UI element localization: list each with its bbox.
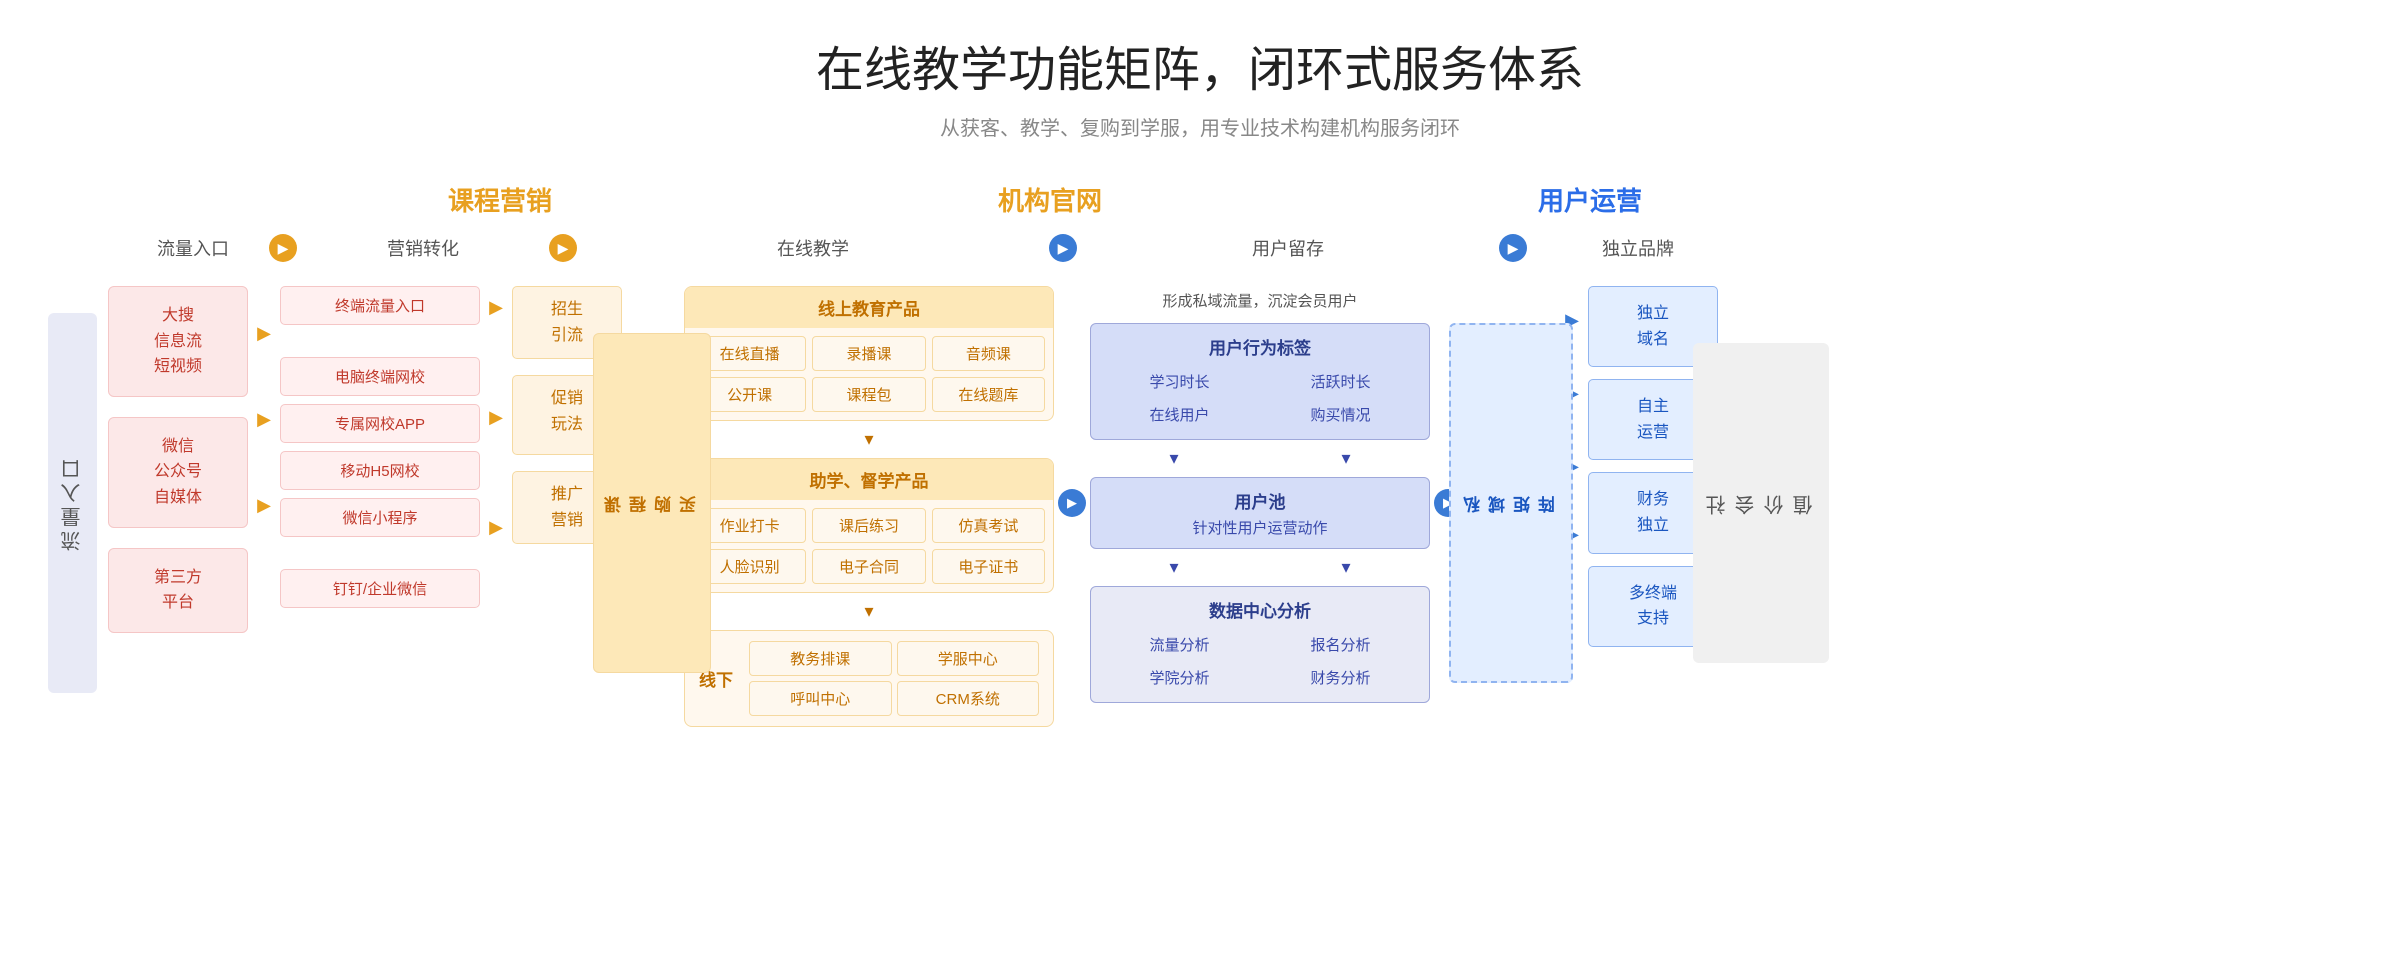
arrow-m1: ▶ [489,286,503,328]
mkt-item-5: 微信小程序 [280,498,480,537]
user-pool-section: 用户池 针对性用户运营动作 [1090,477,1430,549]
assist-header: 助学、督学产品 [685,459,1053,500]
assist-item-3: 仿真考试 [932,508,1045,543]
mkt-item-2: 电脑终端网校 [280,357,480,396]
section-header-website: 机构官网 [760,181,1340,218]
behavior-tag-section: 用户行为标签 学习时长 活跃时长 在线用户 购买情况 [1090,323,1430,440]
dc-item-3: 学院分析 [1101,663,1258,692]
private-flow-text: 形成私域流量，沉淀会员用户 [1090,286,1430,315]
flow-label-traffic: 流量入口 [128,235,258,261]
assist-item-5: 电子合同 [812,549,925,584]
mkt-item-1: 终端流量入口 [280,286,480,325]
traffic-to-marketing-arrows: ▶ ▶ ▶ [248,278,280,727]
flow-label-online: 在线教学 [588,235,1038,261]
flow-arrow-4: ▶ [1499,234,1527,262]
online-edu-header: 线上教育产品 [685,287,1053,328]
course-purchase-label: 课程购买 [593,333,711,673]
behavior-tag-grid: 学习时长 活跃时长 在线用户 购买情况 [1101,367,1419,429]
bt-item-2: 活跃时长 [1262,367,1419,396]
flow-labels-row: 流量入口 ▶ 营销转化 ▶ 在线教学 ▶ 用户留存 ▶ 独立品牌 [40,234,2360,262]
traffic-source-1: 大搜信息流短视频 [108,286,248,397]
offline-item-1: 教务排课 [749,641,892,676]
mkt-spacer-2 [280,545,480,561]
page-subtitle: 从获客、教学、复购到学服，用专业技术构建机构服务闭环 [40,112,2360,141]
traffic-source-3: 第三方平台 [108,548,248,633]
mkt-item-3: 专属网校APP [280,404,480,443]
offline-item-3: 呼叫中心 [749,681,892,716]
dc-item-2: 报名分析 [1262,630,1419,659]
bt-item-4: 购买情况 [1262,400,1419,429]
section-headers: 课程营销 机构官网 用户运营 [40,181,2360,218]
flow-arrow-3: ▶ [1049,234,1077,262]
user-retention-col: 形成私域流量，沉淀会员用户 用户行为标签 学习时长 活跃时长 在线用户 购买情况… [1090,278,1430,727]
online-edu-section: 线上教育产品 在线直播 录播课 音频课 公开课 课程包 在线题库 [684,286,1054,421]
down-arrow-2: ▾ [1262,448,1430,469]
mkt-item-6: 钉钉/企业微信 [280,569,480,608]
down-arrows-row-2: ▾ ▾ [1090,557,1430,578]
user-pool-subtitle: 针对性用户运营动作 [1101,517,1419,538]
assist-item-2: 课后练习 [812,508,925,543]
user-pool-title: 用户池 [1101,488,1419,513]
flow-arrow-1: ▶ [269,234,297,262]
private-domain-col: 私域矩阵 [1466,278,1556,727]
arrow-t2: ▶ [257,382,271,456]
assist-grid: 作业打卡 课后练习 仿真考试 人脸识别 电子合同 电子证书 [685,500,1053,592]
ot-down-arrow-2: ▾ [684,601,1054,622]
offline-section: 线下 教务排课 学服中心 呼叫中心 CRM系统 [684,630,1054,727]
offline-item-2: 学服中心 [897,641,1040,676]
dc-item-4: 财务分析 [1262,663,1419,692]
down-arrow-1: ▾ [1090,448,1258,469]
offline-grid: 教务排课 学服中心 呼叫中心 CRM系统 [749,641,1039,716]
assist-item-6: 电子证书 [932,549,1045,584]
edu-item-3: 音频课 [932,336,1045,371]
data-center-header: 数据中心分析 [1101,597,1419,622]
left-traffic-label-col: 流量入口 [40,278,108,727]
edu-item-5: 课程包 [812,377,925,412]
arrow-t3: ▶ [257,476,271,534]
traffic-sources-col: 大搜信息流短视频 微信公众号自媒体 第三方平台 [108,278,248,727]
marketing-items-col: 终端流量入口 电脑终端网校 专属网校APP 移动H5网校 微信小程序 钉钉/企业… [280,278,480,727]
data-center-grid: 流量分析 报名分析 学院分析 财务分析 [1101,630,1419,692]
mkt-item-4: 移动H5网校 [280,451,480,490]
behavior-tag-header: 用户行为标签 [1101,334,1419,359]
edu-item-2: 录播课 [812,336,925,371]
right-value-col: 社会价值 [1726,278,1796,727]
page-container: 在线教学功能矩阵，闭环式服务体系 从获客、教学、复购到学服，用专业技术构建机构服… [0,0,2400,974]
down-arrows-row: ▾ ▾ [1090,448,1430,469]
flow-label-retention: 用户留存 [1088,235,1488,261]
offline-item-4: CRM系统 [897,681,1040,716]
dc-item-1: 流量分析 [1101,630,1258,659]
arrow-t1: ▶ [257,304,271,362]
edu-item-6: 在线题库 [932,377,1045,412]
down-arrow-4: ▾ [1262,557,1430,578]
data-center-section: 数据中心分析 流量分析 报名分析 学院分析 财务分析 [1090,586,1430,703]
assist-section: 助学、督学产品 作业打卡 课后练习 仿真考试 人脸识别 电子合同 电子证书 [684,458,1054,593]
traffic-source-2: 微信公众号自媒体 [108,417,248,528]
bt-item-1: 学习时长 [1101,367,1258,396]
arrow-m2: ▶ [489,352,503,482]
flow-label-marketing: 营销转化 [308,235,538,261]
bt-item-3: 在线用户 [1101,400,1258,429]
down-arrow-3: ▾ [1090,557,1258,578]
arrow-m3: ▶ [489,506,503,548]
section-header-user-ops: 用户运营 [1340,181,1840,218]
flow-label-brand: 独立品牌 [1538,235,1738,261]
right-vertical-label: 社会价值 [1693,343,1829,663]
mkt-spacer-1 [280,333,480,349]
online-teaching-col: 线上教育产品 在线直播 录播课 音频课 公开课 课程包 在线题库 ▾ 助学、督学… [674,278,1054,727]
course-purchase-col: 课程购买 [622,278,674,727]
flow-arrow-2: ▶ [549,234,577,262]
ot-to-ur-arrow: ▶ [1054,278,1090,727]
private-domain-label: 私域矩阵 [1449,323,1573,683]
arrow-circle-blue-1: ▶ [1058,489,1086,517]
diagram-body: 流量入口 大搜信息流短视频 微信公众号自媒体 第三方平台 ▶ ▶ ▶ 终端流量入… [40,278,2360,727]
left-vertical-label: 流量入口 [48,313,97,693]
marketing-to-buy-arrows: ▶ ▶ ▶ [480,278,512,727]
online-edu-grid: 在线直播 录播课 音频课 公开课 课程包 在线题库 [685,328,1053,420]
ot-down-arrow-1: ▾ [684,429,1054,450]
section-header-marketing: 课程营销 [240,181,760,218]
page-title: 在线教学功能矩阵，闭环式服务体系 [40,30,2360,100]
